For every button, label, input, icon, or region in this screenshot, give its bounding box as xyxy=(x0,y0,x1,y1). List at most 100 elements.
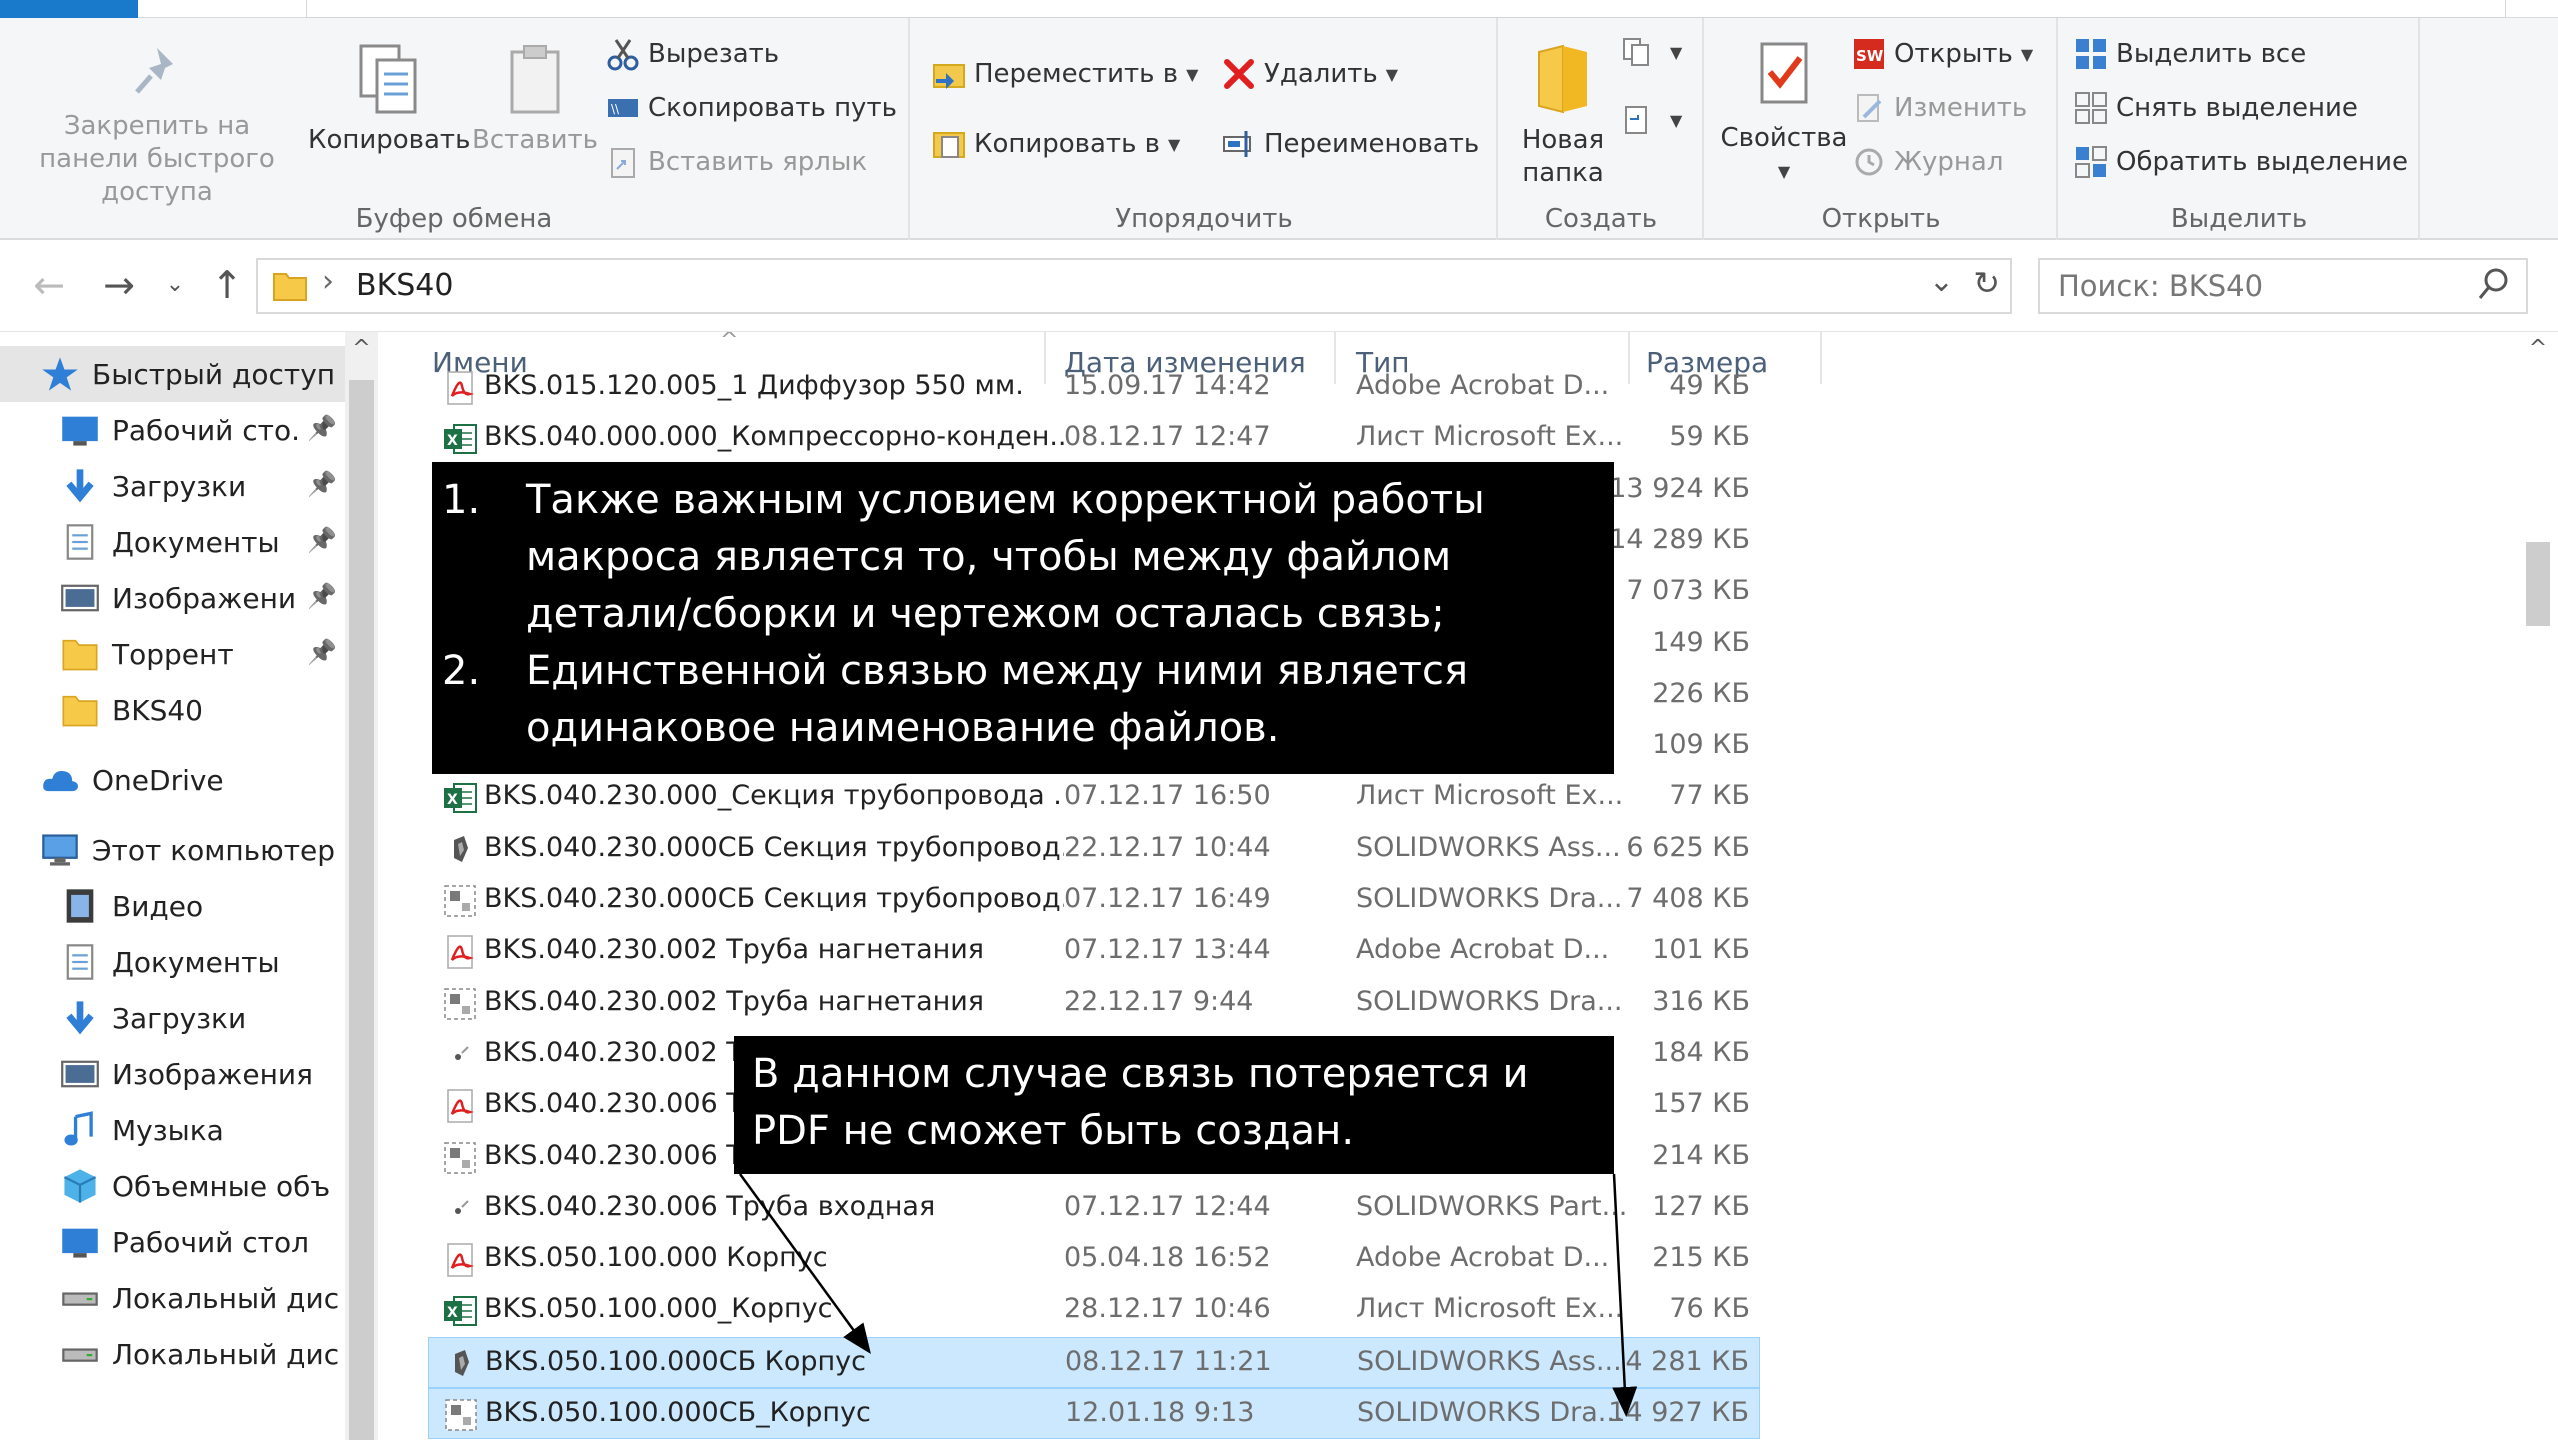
nav-item[interactable]: Объемные объ xyxy=(0,1158,345,1214)
file-row[interactable]: X BKS.040.230.000_Секция трубопровода ...… xyxy=(428,772,1760,823)
scroll-up-icon[interactable]: ^ xyxy=(345,336,378,361)
new-folder-button[interactable]: Новая папка xyxy=(1508,42,1618,190)
ribbon: Закрепить на панели быстрого доступа Коп… xyxy=(0,18,2558,240)
nav-item[interactable]: Быстрый доступ xyxy=(0,346,345,402)
scissors-icon xyxy=(607,39,639,71)
delete-x-icon xyxy=(1224,59,1254,89)
sw-drawing-icon xyxy=(442,1140,478,1176)
properties-checkmark-icon xyxy=(1760,42,1808,104)
nav-pane-scrollbar[interactable]: ^ xyxy=(345,332,378,1440)
nav-item[interactable]: Этот компьютер xyxy=(0,822,345,878)
file-row[interactable]: BKS.050.100.000 Корпус 05.04.18 16:52 Adob… xyxy=(428,1234,1760,1285)
open-label: Открыть xyxy=(1894,39,2013,69)
column-divider[interactable] xyxy=(1820,332,1822,384)
3d-objects-icon xyxy=(60,1166,100,1206)
file-row[interactable]: BKS.050.100.000СБ_Корпус 12.01.18 9:13 SOL… xyxy=(428,1388,1760,1439)
delete-label: Удалить xyxy=(1264,59,1378,89)
nav-item[interactable]: Локальный дис xyxy=(0,1326,345,1382)
file-row[interactable]: X BKS.040.000.000_Компрессорно-конден... 0… xyxy=(428,413,1760,464)
refresh-icon[interactable]: ↻ xyxy=(1973,264,2000,302)
address-bar[interactable]: › BKS40 ⌄ ↻ xyxy=(256,258,2012,314)
scrollbar-thumb[interactable] xyxy=(349,380,374,1440)
pictures-icon xyxy=(60,1054,100,1094)
group-label-select: Выделить xyxy=(2170,204,2308,234)
file-row[interactable]: X BKS.050.100.000_Корпус 28.12.17 10:46 Лис… xyxy=(428,1285,1760,1336)
pin-quick-access-button[interactable]: Закрепить на панели быстрого доступа xyxy=(14,42,300,209)
nav-item-label: Видео xyxy=(112,889,204,923)
folder-icon xyxy=(273,273,307,301)
nav-item[interactable]: BKS40 xyxy=(0,682,345,738)
address-toolbar: ← → ⌄ ↑ › BKS40 ⌄ ↻ xyxy=(0,240,2558,332)
nav-item[interactable]: Рабочий сто. 📌 xyxy=(0,402,345,458)
scrollbar-thumb[interactable] xyxy=(2526,542,2550,626)
nav-item[interactable]: OneDrive xyxy=(0,752,345,808)
pin-icon xyxy=(135,48,173,94)
nav-item[interactable]: Изображени 📌 xyxy=(0,570,345,626)
file-list-scrollbar[interactable]: ^ xyxy=(2518,332,2558,1440)
forward-arrow-icon[interactable]: → xyxy=(94,260,144,310)
pin-label: Закрепить на панели быстрого доступа xyxy=(39,111,275,207)
nav-item-label: Изображения xyxy=(112,1057,313,1091)
new-folder-icon xyxy=(1538,44,1587,114)
cut-button[interactable]: Вырезать xyxy=(606,32,779,76)
properties-button[interactable]: Свойства ▼ xyxy=(1714,40,1854,188)
nav-item[interactable]: Документы 📌 xyxy=(0,514,345,570)
back-arrow-icon[interactable]: ← xyxy=(24,260,74,310)
scroll-up-icon[interactable]: ^ xyxy=(2518,336,2558,361)
file-type: Лист Microsoft Ex... xyxy=(1356,1293,1624,1325)
file-type: SOLIDWORKS Dra... xyxy=(1357,1397,1624,1428)
nav-item[interactable]: Музыка xyxy=(0,1102,345,1158)
breadcrumb-path[interactable]: BKS40 xyxy=(356,268,453,303)
pin-icon[interactable]: 📌 xyxy=(307,582,337,610)
search-box[interactable] xyxy=(2038,258,2528,314)
delete-button[interactable]: Удалить ▼ xyxy=(1222,52,1398,96)
file-row[interactable]: BKS.040.230.000СБ Секция трубопровод... 0… xyxy=(428,875,1760,926)
nav-item[interactable]: Торрент 📌 xyxy=(0,626,345,682)
file-row[interactable]: BKS.040.230.000СБ Секция трубопровод... 2… xyxy=(428,824,1760,875)
copy-to-button[interactable]: Копировать в ▼ xyxy=(932,122,1180,166)
recent-locations-chevron-icon[interactable]: ⌄ xyxy=(150,260,200,310)
file-date: 05.04.18 16:52 xyxy=(1064,1242,1271,1274)
file-row[interactable]: BKS.015.120.005_1 Диффузор 550 мм. 15.09.… xyxy=(428,362,1760,413)
file-row[interactable]: BKS.040.230.002 Труба нагнетания 07.12.17… xyxy=(428,926,1760,977)
easy-access-button[interactable]: ▼ xyxy=(1620,98,1682,142)
history-button[interactable]: Журнал xyxy=(1852,140,2003,184)
nav-item[interactable]: Локальный дис xyxy=(0,1270,345,1326)
file-tab[interactable] xyxy=(0,0,138,18)
up-arrow-icon[interactable]: ↑ xyxy=(202,260,252,310)
pin-icon[interactable]: 📌 xyxy=(307,638,337,666)
select-all-button[interactable]: Выделить все xyxy=(2074,32,2306,76)
copy-path-button[interactable]: \\ Скопировать путь xyxy=(606,86,897,130)
file-row[interactable]: BKS.040.230.002 Труба нагнетания 22.12.17… xyxy=(428,978,1760,1029)
nav-item[interactable]: Изображения xyxy=(0,1046,345,1102)
new-item-button[interactable]: ▼ xyxy=(1620,30,1682,74)
file-row[interactable]: BKS.050.100.000СБ Корпус 08.12.17 11:21 SO… xyxy=(428,1336,1760,1388)
nav-item[interactable]: Рабочий стол xyxy=(0,1214,345,1270)
sw-part-icon xyxy=(442,1191,478,1227)
nav-item[interactable]: Загрузки xyxy=(0,990,345,1046)
select-none-button[interactable]: Снять выделение xyxy=(2074,86,2358,130)
edit-button[interactable]: Изменить xyxy=(1852,86,2027,130)
pin-icon[interactable]: 📌 xyxy=(307,414,337,442)
file-row[interactable]: BKS.040.230.006 Труба входная 07.12.17 12… xyxy=(428,1183,1760,1234)
file-size: 13 924 КБ xyxy=(1609,472,1750,504)
nav-item[interactable]: Загрузки 📌 xyxy=(0,458,345,514)
ribbon-group-select: Выделить все Снять выделение Обратить вы… xyxy=(2060,18,2420,240)
file-name: BKS.040.230.006 Труба входная xyxy=(484,1190,936,1222)
invert-selection-button[interactable]: Обратить выделение xyxy=(2074,140,2408,184)
move-to-button[interactable]: Переместить в ▼ xyxy=(932,52,1198,96)
rename-button[interactable]: Переименовать xyxy=(1222,122,1479,166)
pin-icon[interactable]: 📌 xyxy=(307,470,337,498)
copy-button[interactable]: Копировать xyxy=(308,42,470,157)
nav-item[interactable]: Документы xyxy=(0,934,345,990)
paste-button[interactable]: Вставить xyxy=(470,42,600,157)
callout-note-text: В данном случае связь потеряется и PDF н… xyxy=(752,1051,1529,1154)
search-icon[interactable] xyxy=(2476,266,2512,302)
open-button[interactable]: SW Открыть ▼ xyxy=(1852,32,2033,76)
nav-item[interactable]: Видео xyxy=(0,878,345,934)
file-date: 07.12.17 16:50 xyxy=(1064,780,1271,812)
address-dropdown-chevron-icon[interactable]: ⌄ xyxy=(1929,264,1954,299)
pin-icon[interactable]: 📌 xyxy=(307,526,337,554)
search-input[interactable] xyxy=(2058,264,2458,308)
paste-shortcut-button[interactable]: Вставить ярлык xyxy=(606,140,867,184)
